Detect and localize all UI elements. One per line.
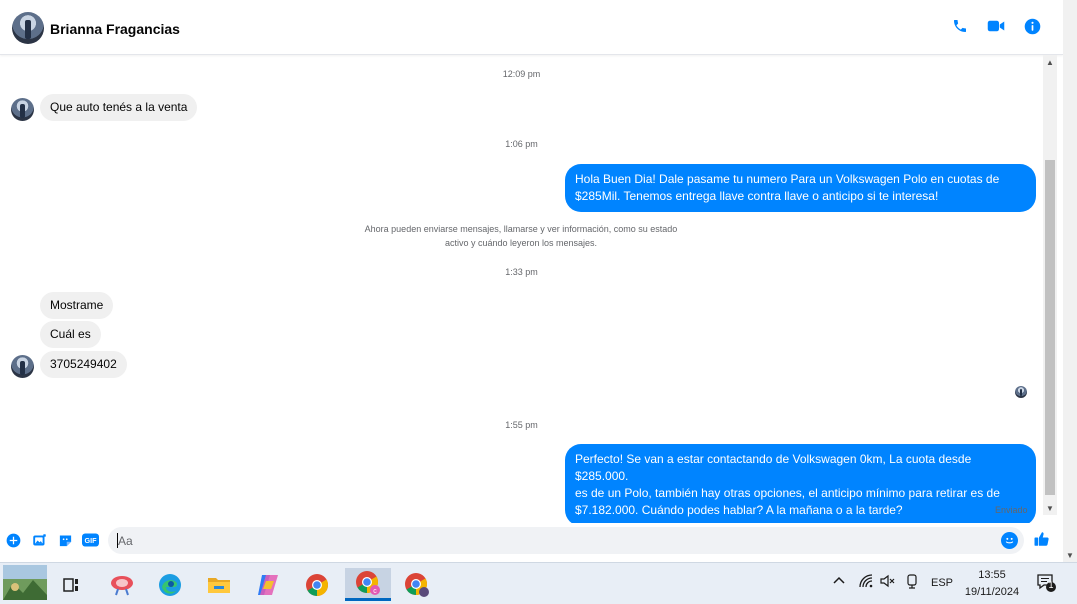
- scroll-down-icon[interactable]: ▼: [1063, 548, 1077, 562]
- clock-date: 19/11/2024: [964, 586, 1020, 598]
- message-composer: GIF Aa: [0, 523, 1063, 562]
- widgets-icon[interactable]: [3, 565, 47, 600]
- message-input[interactable]: Aa: [108, 527, 1024, 554]
- notification-center-icon[interactable]: 1: [1036, 573, 1058, 596]
- incoming-message[interactable]: Mostrame: [40, 292, 114, 319]
- incoming-message[interactable]: Que auto tenés a la venta: [40, 94, 198, 121]
- scrollbar-thumb[interactable]: [1045, 160, 1055, 495]
- contact-avatar-small[interactable]: [11, 355, 34, 378]
- plus-icon[interactable]: [5, 532, 21, 548]
- message-input-placeholder: Aa: [118, 534, 133, 548]
- info-notice-line: Ahora pueden enviarse mensajes, llamarse…: [364, 224, 678, 234]
- messenger-window: Brianna Fragancias 12:09 pm Que auto ten…: [0, 0, 1077, 604]
- chrome-icon[interactable]: [297, 568, 337, 601]
- windows-taskbar: c ESP 13:55 19/11/2024 1: [0, 562, 1077, 604]
- system-clock[interactable]: 13:55 19/11/2024: [958, 567, 1026, 601]
- chevron-up-icon[interactable]: [832, 573, 846, 590]
- message-line: es de un Polo, también hay otras opcione…: [575, 486, 1000, 500]
- message-line: Perfecto! Se van a estar contactando de …: [575, 452, 972, 483]
- contact-avatar-small[interactable]: [11, 98, 34, 121]
- device-icon[interactable]: [905, 573, 919, 592]
- notification-count: 1: [1048, 580, 1054, 590]
- message-line: Hola Buen Dia! Dale pasame tu numero Par…: [575, 172, 1000, 186]
- volume-muted-icon[interactable]: [879, 573, 895, 592]
- outgoing-message[interactable]: Perfecto! Se van a estar contactando de …: [565, 444, 1036, 526]
- edge-browser-icon[interactable]: [150, 568, 190, 601]
- timestamp: 1:55 pm: [505, 420, 538, 430]
- timestamp: 1:33 pm: [505, 267, 538, 277]
- gif-icon[interactable]: GIF: [82, 532, 99, 548]
- emoji-icon[interactable]: [1001, 532, 1018, 549]
- scroll-down-icon[interactable]: ▼: [1043, 501, 1057, 515]
- svg-text:c: c: [373, 588, 377, 595]
- conversation-header: Brianna Fragancias: [0, 0, 1063, 55]
- timestamp: 12:09 pm: [502, 69, 541, 79]
- info-notice-line: activo y cuándo leyeron los mensajes.: [444, 238, 598, 248]
- phone-icon[interactable]: [951, 17, 969, 35]
- sticker-icon[interactable]: [57, 532, 73, 548]
- seen-avatar-icon: [1015, 386, 1027, 398]
- info-notice: Ahora pueden enviarse mensajes, llamarse…: [345, 222, 697, 250]
- network-icon[interactable]: [858, 573, 874, 592]
- clock-time: 13:55: [978, 569, 1006, 581]
- message-line: $7.182.000. Cuándo podes hablar? A la ma…: [575, 503, 903, 517]
- task-view-icon[interactable]: [51, 568, 91, 601]
- message-status: Enviado: [995, 505, 1028, 515]
- conversation-scrollbar[interactable]: ▲ ▼: [1043, 55, 1057, 515]
- scroll-up-icon[interactable]: ▲: [1043, 55, 1057, 69]
- chrome-profile-icon[interactable]: [395, 568, 439, 601]
- incoming-message[interactable]: Cuál es: [40, 321, 101, 348]
- header-actions: [951, 17, 1041, 35]
- file-explorer-icon[interactable]: [199, 568, 239, 601]
- gif-label: GIF: [85, 536, 98, 545]
- timestamp: 1:06 pm: [505, 139, 538, 149]
- page-scrollbar[interactable]: ▼: [1063, 0, 1077, 562]
- photo-icon[interactable]: [31, 532, 47, 548]
- contact-name[interactable]: Brianna Fragancias: [50, 21, 180, 37]
- language-indicator[interactable]: ESP: [931, 577, 953, 589]
- like-icon[interactable]: [1033, 530, 1051, 548]
- video-call-icon[interactable]: [987, 17, 1005, 35]
- copilot-icon[interactable]: [248, 568, 288, 601]
- incoming-message[interactable]: 3705249402: [40, 351, 127, 378]
- contact-avatar[interactable]: [12, 12, 44, 44]
- info-icon[interactable]: [1023, 17, 1041, 35]
- outgoing-message[interactable]: Hola Buen Dia! Dale pasame tu numero Par…: [565, 164, 1036, 212]
- app-icon[interactable]: [102, 568, 142, 601]
- chrome-profile-icon[interactable]: c: [345, 568, 391, 601]
- message-line: $285Mil. Tenemos entrega llave contra ll…: [575, 189, 939, 203]
